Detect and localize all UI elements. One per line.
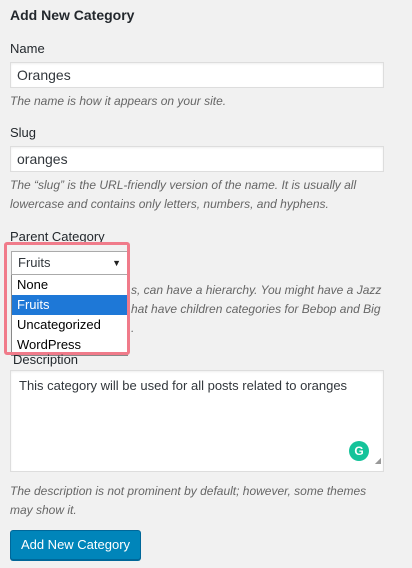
description-textarea[interactable]: This category will be used for all posts… <box>10 370 384 472</box>
name-input[interactable]: Oranges <box>10 62 384 88</box>
option-uncategorized[interactable]: Uncategorized <box>12 315 127 335</box>
slug-input[interactable]: oranges <box>10 146 384 172</box>
name-label: Name <box>10 41 45 56</box>
slug-help-line-2: lowercase and contains only letters, num… <box>10 197 329 211</box>
description-help-line-2: may show it. <box>10 503 77 517</box>
parent-help-line-2: hat have children categories for Bebop a… <box>131 302 381 316</box>
option-fruits[interactable]: Fruits <box>12 295 127 315</box>
resize-handle-icon[interactable]: ◢ <box>375 452 381 470</box>
description-help-line-1: The description is not prominent by defa… <box>10 484 367 498</box>
slug-help-line-1: The “slug” is the URL-friendly version o… <box>10 178 357 192</box>
add-new-category-button[interactable]: Add New Category <box>10 530 141 560</box>
parent-category-select[interactable]: Fruits ▼ <box>11 251 128 275</box>
parent-category-label: Parent Category <box>10 229 105 244</box>
description-text: This category will be used for all posts… <box>19 378 348 393</box>
slug-label: Slug <box>10 125 37 140</box>
grammarly-icon[interactable]: G <box>349 441 369 461</box>
form-title: Add New Category <box>10 7 135 23</box>
parent-category-dropdown: None Fruits Uncategorized WordPress <box>11 275 128 356</box>
name-help: The name is how it appears on your site. <box>10 94 227 108</box>
parent-help-line-3: . <box>131 321 135 335</box>
parent-category-selected-value: Fruits <box>18 255 51 270</box>
dropdown-arrow-icon: ▼ <box>112 258 121 268</box>
description-label: Description <box>13 352 79 367</box>
option-none[interactable]: None <box>12 275 127 295</box>
parent-help-line-1: s, can have a hierarchy. You might have … <box>131 283 382 297</box>
